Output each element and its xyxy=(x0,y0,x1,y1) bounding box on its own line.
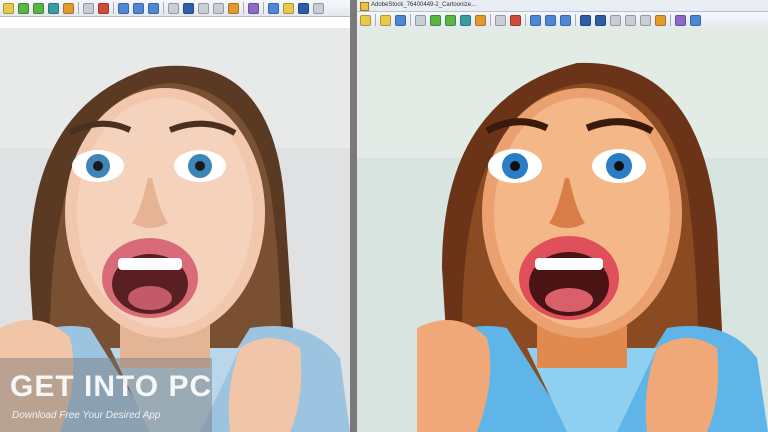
slideshow-icon[interactable] xyxy=(283,2,294,14)
toolbar-separator xyxy=(263,2,264,14)
adjust-icon[interactable] xyxy=(510,14,521,26)
print-icon[interactable] xyxy=(313,2,324,14)
resize-icon[interactable] xyxy=(640,14,651,26)
next-icon[interactable] xyxy=(183,2,194,14)
fullscreen-icon[interactable] xyxy=(248,2,259,14)
toolbar-separator xyxy=(670,14,671,26)
toolbar-separator xyxy=(113,2,114,14)
left-toolbar xyxy=(0,0,350,17)
zoom-in-icon[interactable] xyxy=(118,2,129,14)
woman-photo-cartoonized xyxy=(357,28,768,432)
toolbar-separator xyxy=(525,14,526,26)
prev-icon[interactable] xyxy=(168,2,179,14)
image-icon[interactable] xyxy=(83,2,94,14)
rotate-icon[interactable] xyxy=(610,14,621,26)
toolbar-separator xyxy=(78,2,79,14)
toolbar-separator xyxy=(575,14,576,26)
open-icon[interactable] xyxy=(3,2,14,14)
open-icon[interactable] xyxy=(360,14,371,26)
folder-icon[interactable] xyxy=(380,14,391,26)
right-window-title: AdobeStock_76400449-2_Cartoonize... xyxy=(371,2,477,8)
edit-icon[interactable] xyxy=(445,14,456,26)
cartoonized-photo xyxy=(357,28,768,432)
save-icon[interactable] xyxy=(18,2,29,14)
flip-icon[interactable] xyxy=(213,2,224,14)
crop-icon[interactable] xyxy=(655,14,666,26)
image-icon[interactable] xyxy=(495,14,506,26)
fit-icon[interactable] xyxy=(268,2,279,14)
toolbar-separator xyxy=(490,14,491,26)
effects-icon[interactable] xyxy=(98,2,109,14)
window-divider[interactable] xyxy=(350,0,357,432)
paste-icon[interactable] xyxy=(48,2,59,14)
zoom-in-icon[interactable] xyxy=(530,14,541,26)
edit-icon[interactable] xyxy=(63,2,74,14)
crop-icon[interactable] xyxy=(228,2,239,14)
filter-icon[interactable] xyxy=(460,14,471,26)
document-icon xyxy=(360,2,369,11)
toolbar-separator xyxy=(243,2,244,14)
right-title-bar[interactable]: AdobeStock_76400449-2_Cartoonize... xyxy=(357,0,768,12)
prev-icon[interactable] xyxy=(580,14,591,26)
zoom-fit-icon[interactable] xyxy=(545,14,556,26)
fit-icon[interactable] xyxy=(690,14,701,26)
rotate-icon[interactable] xyxy=(198,2,209,14)
binoculars-icon[interactable] xyxy=(298,2,309,14)
effects-icon[interactable] xyxy=(475,14,486,26)
original-photo: GET INTO PC Download Free Your Desired A… xyxy=(0,28,350,432)
copy-icon[interactable] xyxy=(415,14,426,26)
toolbar-separator xyxy=(410,14,411,26)
watermark: GET INTO PC Download Free Your Desired A… xyxy=(0,358,212,432)
left-image-window: GET INTO PC Download Free Your Desired A… xyxy=(0,0,350,432)
next-icon[interactable] xyxy=(595,14,606,26)
save-icon[interactable] xyxy=(395,14,406,26)
toolbar-separator xyxy=(375,14,376,26)
watermark-subtitle: Download Free Your Desired App xyxy=(12,410,161,421)
zoom-out-icon[interactable] xyxy=(560,14,571,26)
toolbar-separator xyxy=(163,2,164,14)
paste-icon[interactable] xyxy=(430,14,441,26)
copy-icon[interactable] xyxy=(33,2,44,14)
right-image-window: AdobeStock_76400449-2_Cartoonize... xyxy=(357,0,768,432)
zoom-fit-icon[interactable] xyxy=(133,2,144,14)
zoom-out-icon[interactable] xyxy=(148,2,159,14)
fullscreen-icon[interactable] xyxy=(675,14,686,26)
watermark-title: GET INTO PC xyxy=(10,370,213,403)
flip-icon[interactable] xyxy=(625,14,636,26)
right-toolbar xyxy=(357,12,768,29)
